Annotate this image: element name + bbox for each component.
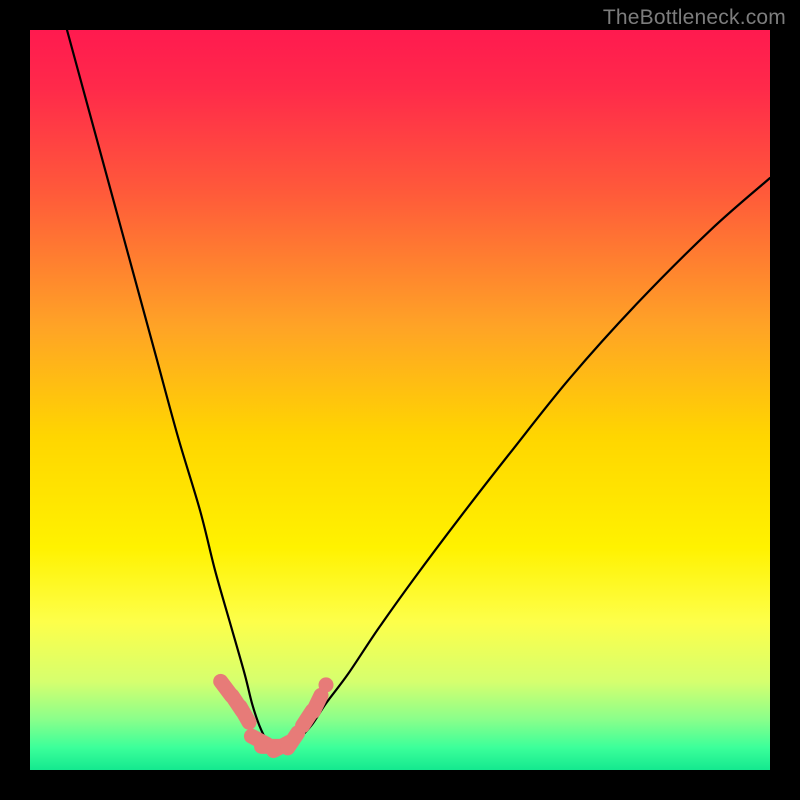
curve-marker (313, 695, 321, 711)
bottleneck-curve (30, 30, 770, 770)
plot-area (30, 30, 770, 770)
curve-marker (288, 733, 298, 748)
curve-marker (240, 707, 249, 723)
watermark-text: TheBottleneck.com (603, 6, 786, 30)
chart-frame: TheBottleneck.com (0, 0, 800, 800)
